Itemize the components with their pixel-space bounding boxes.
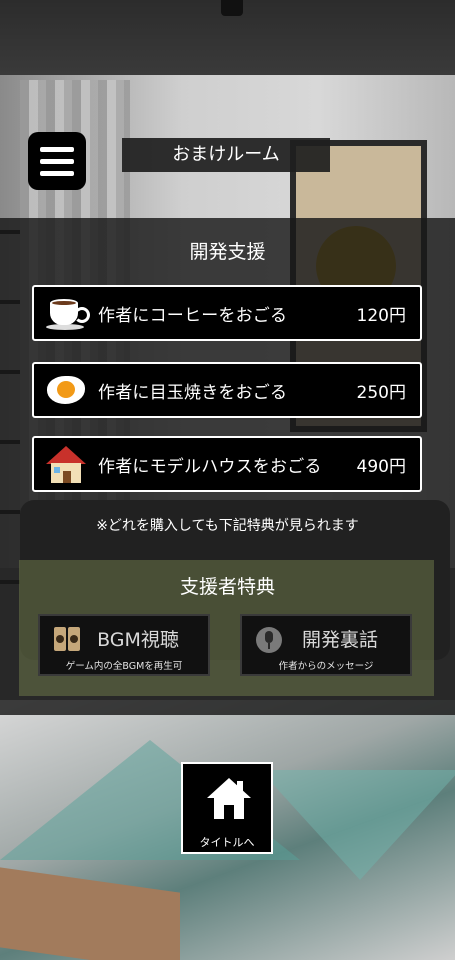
buy-house-button[interactable]: 作者にモデルハウスをおごる 490円 [32,436,422,492]
buy-house-label: 作者にモデルハウスをおごる [98,456,322,477]
development-support-heading: 開発支援 [189,241,266,263]
buy-coffee-price: 120円 [356,305,406,326]
dev-story-label: 開発裏話 [301,629,378,651]
bgm-listen-label: BGM視聴 [97,629,179,651]
coffee-cup-icon [44,291,90,335]
buy-egg-label: 作者に目玉焼きをおごる [98,382,288,403]
buy-coffee-button[interactable]: 作者にコーヒーをおごる 120円 [32,285,422,341]
title-screen-button[interactable]: タイトルへ [181,762,273,854]
title-screen-label: タイトルへ [199,836,255,849]
buy-coffee-label: 作者にコーヒーをおごる [98,305,288,326]
hamburger-menu-icon[interactable] [28,132,86,190]
dev-story-button[interactable]: 開発裏話 作者からのメッセージ [240,614,412,676]
house-icon [44,442,88,486]
dev-story-sub: 作者からのメッセージ [278,661,374,672]
buy-house-price: 490円 [356,456,406,477]
bgm-listen-sub: ゲーム内の全BGMを再生可 [65,661,183,672]
fried-egg-icon [44,368,88,412]
ceiling-light [221,0,243,16]
buy-egg-price: 250円 [356,382,406,403]
bgm-listen-button[interactable]: BGM視聴 ゲーム内の全BGMを再生可 [38,614,210,676]
purchase-note: ※どれを購入しても下記特典が見られます [96,518,359,534]
buy-egg-button[interactable]: 作者に目玉焼きをおごる 250円 [32,362,422,418]
supporter-bonus-heading: 支援者特典 [179,576,275,598]
page-title: おまけルーム [122,138,330,172]
